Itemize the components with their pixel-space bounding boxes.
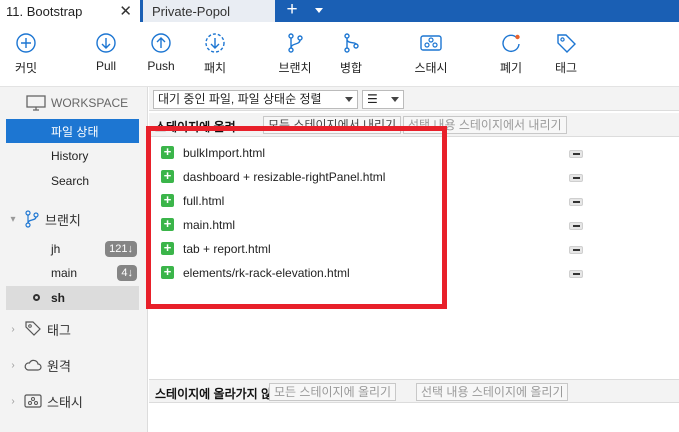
commit-button[interactable]: 커밋 (0, 32, 56, 76)
chevron-down-icon[interactable] (315, 8, 323, 13)
tag-icon (557, 34, 576, 53)
current-branch-icon (33, 294, 40, 301)
tab-label: 11. Bootstrap (6, 3, 83, 19)
section-label: 태그 (47, 322, 71, 338)
discard-icon (502, 34, 520, 53)
branch-label: 브랜치 (278, 61, 312, 75)
chevron-down-icon (391, 97, 399, 102)
section-label: 브랜치 (45, 212, 81, 228)
fetch-icon (205, 33, 225, 53)
pull-label: Pull (95, 59, 116, 73)
discard-label: 폐기 (499, 61, 523, 75)
sidebar-branch-jh[interactable]: jh 121↓ (6, 237, 139, 261)
close-icon[interactable]: ✕ (119, 2, 132, 20)
fetch-button[interactable]: 패치 (185, 32, 245, 76)
sidebar-branch-sh[interactable]: sh (6, 286, 139, 310)
tag-button[interactable]: 태그 (536, 32, 596, 76)
tab-bar: 11. Bootstrap ✕ Private-Popol + (0, 0, 679, 22)
pull-button[interactable]: Pull (76, 32, 136, 73)
stage-selected-button[interactable]: 선택 내용 스테이지에 올리기 (416, 383, 569, 401)
unstage-file-button[interactable] (569, 198, 583, 206)
sidebar-branch-main[interactable]: main 4↓ (6, 261, 139, 285)
fetch-label: 패치 (203, 61, 227, 75)
unstaged-panel-header: 스테이지에 올라가지 않은 파일 모든 스테이지에 올리기 선택 내용 스테이지… (149, 379, 679, 403)
sidebar-section-remotes[interactable]: › 원격 (6, 353, 139, 377)
sidebar-item-label: Search (51, 174, 90, 188)
merge-button[interactable]: 병합 (321, 32, 381, 76)
chevron-right-icon: › (11, 359, 15, 371)
chevron-right-icon: › (11, 323, 15, 335)
section-label: 스태시 (47, 394, 83, 410)
push-button[interactable]: Push (131, 32, 191, 73)
push-label: Push (147, 59, 175, 73)
branch-name: sh (51, 291, 66, 305)
tag-icon (25, 321, 41, 336)
unstage-file-button[interactable] (569, 246, 583, 254)
chevron-down-icon (345, 97, 353, 102)
unstage-file-button[interactable] (569, 222, 583, 230)
branch-icon (288, 33, 303, 53)
branch-name: jh (51, 242, 61, 256)
sidebar-item-search[interactable]: Search (6, 169, 139, 193)
sidebar-item-label: History (51, 149, 89, 163)
merge-label: 병합 (339, 61, 363, 75)
workspace-label: WORKSPACE (51, 96, 129, 110)
sidebar-section-tags[interactable]: › 태그 (6, 317, 139, 341)
sidebar-item-history[interactable]: History (6, 144, 139, 168)
sidebar-section-stashes[interactable]: › 스태시 (6, 389, 139, 413)
file-status-filter-dropdown[interactable]: 대기 중인 파일, 파일 상태순 정렬 (153, 90, 358, 109)
sidebar-section-branches[interactable]: ▾ 브랜치 (6, 207, 139, 231)
unstage-file-button[interactable] (569, 174, 583, 182)
merge-icon (344, 33, 359, 53)
pull-icon (96, 33, 116, 53)
tab-label: Private-Popol (152, 3, 231, 19)
behind-count-badge: 121↓ (105, 241, 137, 257)
stash-button[interactable]: 스태시 (401, 32, 461, 76)
highlight-box (146, 126, 447, 309)
tab-private-popol[interactable]: Private-Popol (143, 0, 275, 22)
commit-label: 커밋 (14, 61, 38, 75)
section-label: 원격 (47, 358, 71, 374)
cloud-icon (24, 359, 42, 371)
plus-icon[interactable]: + (283, 0, 301, 22)
stash-label: 스태시 (414, 61, 448, 75)
dropdown-value: 대기 중인 파일, 파일 상태순 정렬 (158, 92, 322, 106)
tag-label: 태그 (554, 61, 578, 75)
discard-button[interactable]: 폐기 (481, 32, 541, 76)
toolbar: 커밋 Pull Push 패치 브랜치 병합 스태시 폐기 태그 (0, 22, 679, 86)
workspace-header: WORKSPACE (26, 95, 128, 111)
branch-icon (25, 210, 39, 228)
monitor-icon (26, 95, 46, 111)
view-mode-dropdown[interactable]: ☰ (362, 90, 404, 109)
branch-button[interactable]: 브랜치 (265, 32, 325, 76)
sidebar-item-label: 파일 상태 (51, 124, 99, 139)
list-view-icon: ☰ (367, 92, 378, 106)
filter-bar: 대기 중인 파일, 파일 상태순 정렬 ☰ (149, 87, 679, 111)
stash-icon (420, 35, 442, 51)
sidebar-item-file-status[interactable]: 파일 상태 (6, 119, 139, 143)
commit-icon (16, 33, 36, 53)
tab-bootstrap[interactable]: 11. Bootstrap ✕ (0, 0, 140, 22)
push-icon (151, 33, 171, 53)
stash-icon (24, 394, 42, 408)
unstage-file-button[interactable] (569, 150, 583, 158)
behind-count-badge: 4↓ (117, 265, 137, 281)
sidebar: WORKSPACE 파일 상태 History Search ▾ 브랜치 jh … (0, 87, 148, 432)
branch-name: main (51, 266, 78, 280)
stage-all-button[interactable]: 모든 스테이지에 올리기 (269, 383, 397, 401)
chevron-right-icon: › (11, 395, 15, 407)
unstage-file-button[interactable] (569, 270, 583, 278)
chevron-down-icon: ▾ (10, 213, 16, 225)
